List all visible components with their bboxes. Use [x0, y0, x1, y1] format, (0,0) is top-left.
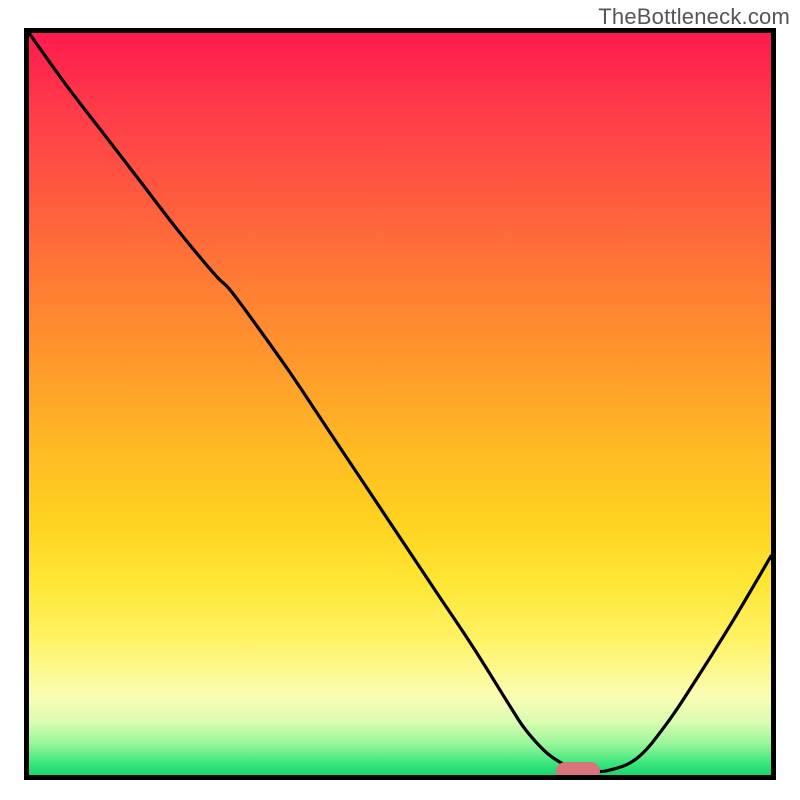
plot-area: [24, 28, 776, 780]
chart-container: TheBottleneck.com: [0, 0, 800, 800]
line-curve: [29, 33, 771, 775]
min-marker: [556, 762, 601, 780]
watermark-text: TheBottleneck.com: [598, 4, 790, 30]
